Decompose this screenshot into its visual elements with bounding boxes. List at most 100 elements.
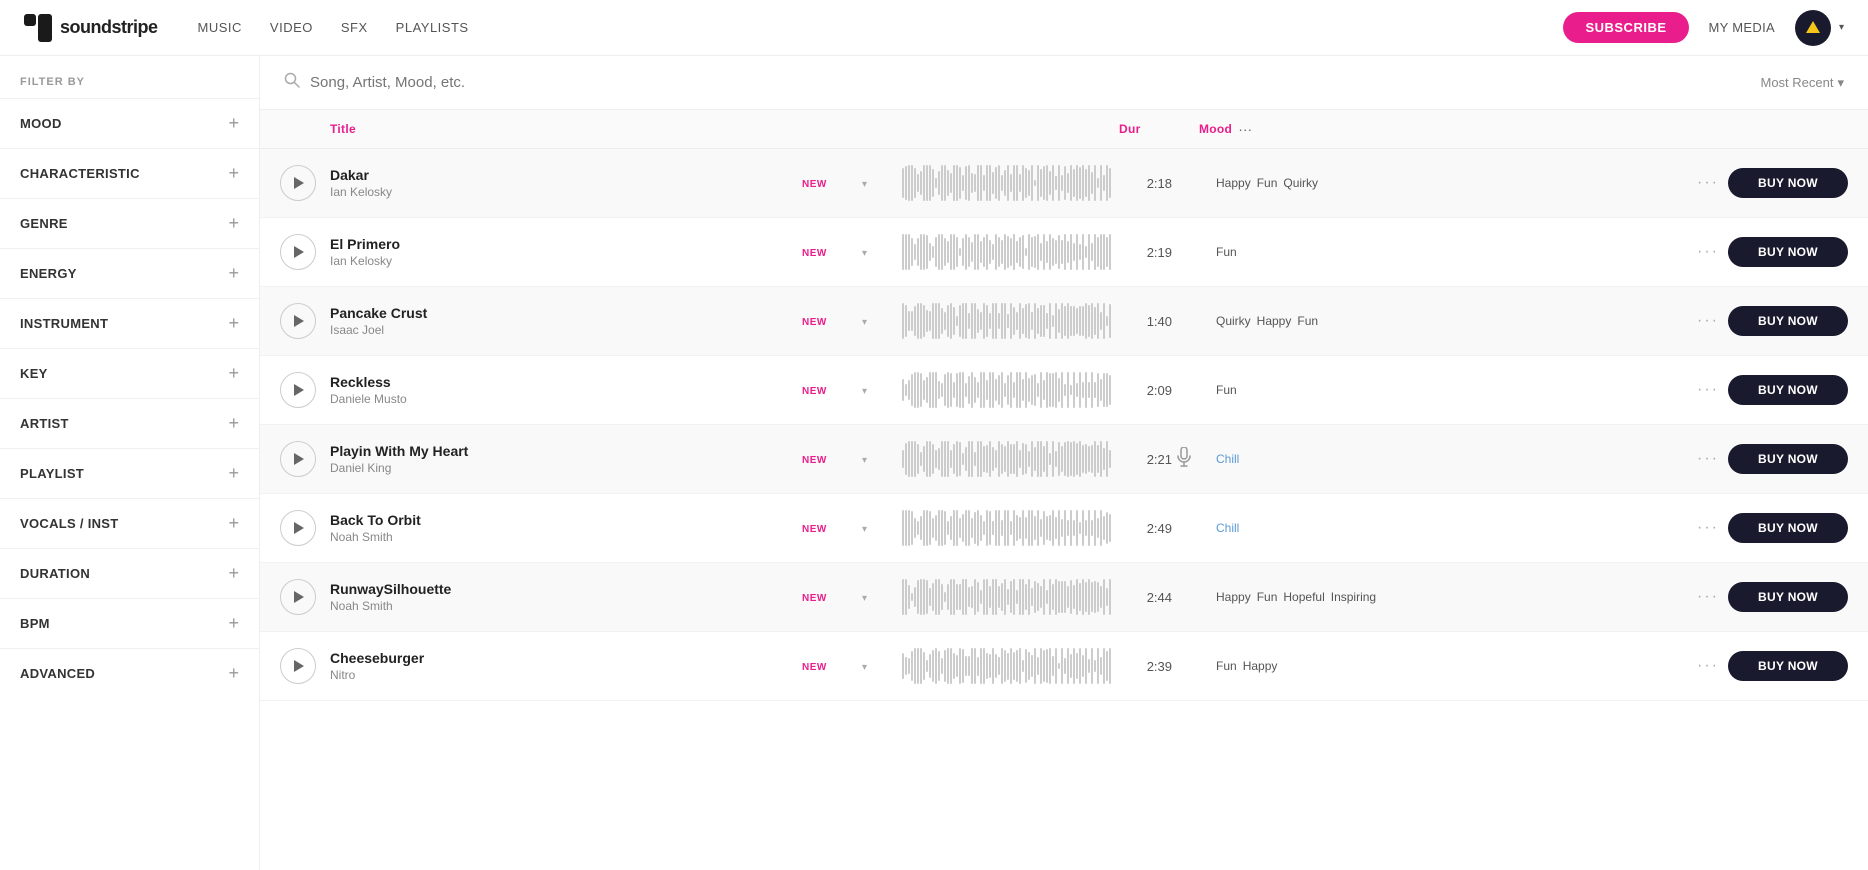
logo[interactable]: soundstripe: [24, 14, 158, 42]
mood-tag[interactable]: Fun: [1297, 314, 1318, 328]
waveform-bar: [965, 166, 967, 201]
play-button[interactable]: [280, 372, 316, 408]
play-button[interactable]: [280, 441, 316, 477]
buy-now-button[interactable]: BUY NOW: [1728, 306, 1848, 336]
waveform[interactable]: [902, 508, 1122, 548]
filter-advanced-label: ADVANCED: [20, 666, 95, 681]
expand-chevron-icon[interactable]: ▾: [862, 455, 867, 466]
mood-tag[interactable]: Happy: [1243, 659, 1278, 673]
waveform-bar: [992, 172, 994, 194]
expand-chevron-icon[interactable]: ▾: [862, 248, 867, 259]
waveform-bar: [962, 238, 964, 267]
track-options-button[interactable]: ···: [1688, 657, 1728, 675]
mood-options-icon[interactable]: ···: [1238, 121, 1252, 137]
avatar-chevron-icon[interactable]: ▾: [1839, 22, 1844, 33]
expand-chevron-icon[interactable]: ▾: [862, 386, 867, 397]
nav-item-music[interactable]: MUSIC: [198, 20, 242, 35]
track-options-button[interactable]: ···: [1688, 588, 1728, 606]
waveform-bar: [983, 303, 985, 338]
filter-energy[interactable]: ENERGY +: [0, 248, 259, 298]
play-button[interactable]: [280, 234, 316, 270]
filter-vocals[interactable]: VOCALS / INST +: [0, 498, 259, 548]
waveform-bar: [989, 441, 991, 477]
waveform[interactable]: [902, 163, 1122, 203]
sort-dropdown[interactable]: Most Recent ▾: [1760, 75, 1844, 91]
play-button[interactable]: [280, 303, 316, 339]
mood-tag[interactable]: Chill: [1216, 521, 1239, 535]
buy-now-button[interactable]: BUY NOW: [1728, 582, 1848, 612]
expand-chevron-icon[interactable]: ▾: [862, 524, 867, 535]
waveform[interactable]: [902, 370, 1122, 410]
expand-chevron-icon[interactable]: ▾: [862, 179, 867, 190]
track-artist[interactable]: Daniele Musto: [330, 392, 802, 406]
filter-genre[interactable]: GENRE +: [0, 198, 259, 248]
avatar-button[interactable]: [1795, 10, 1831, 46]
filter-advanced[interactable]: ADVANCED +: [0, 648, 259, 698]
expand-chevron-icon[interactable]: ▾: [862, 662, 867, 673]
track-artist[interactable]: Daniel King: [330, 461, 802, 475]
filter-characteristic[interactable]: CHARACTERISTIC +: [0, 148, 259, 198]
buy-now-button[interactable]: BUY NOW: [1728, 651, 1848, 681]
track-artist[interactable]: Noah Smith: [330, 599, 802, 613]
filter-artist[interactable]: ARTIST +: [0, 398, 259, 448]
mood-tag[interactable]: Fun: [1216, 245, 1237, 259]
filter-duration[interactable]: DURATION +: [0, 548, 259, 598]
waveform-bar: [926, 510, 928, 546]
waveform[interactable]: [902, 301, 1122, 341]
mood-tag[interactable]: Chill: [1216, 452, 1239, 466]
track-artist[interactable]: Ian Kelosky: [330, 185, 802, 199]
expand-chevron-icon[interactable]: ▾: [862, 317, 867, 328]
nav-item-sfx[interactable]: SFX: [341, 20, 368, 35]
filter-bpm[interactable]: BPM +: [0, 598, 259, 648]
play-button[interactable]: [280, 648, 316, 684]
waveform-bar: [1049, 171, 1051, 196]
play-button[interactable]: [280, 579, 316, 615]
track-artist[interactable]: Nitro: [330, 668, 802, 682]
mood-tag[interactable]: Quirky: [1283, 176, 1318, 190]
filter-key[interactable]: KEY +: [0, 348, 259, 398]
buy-now-button[interactable]: BUY NOW: [1728, 375, 1848, 405]
mood-tag[interactable]: Fun: [1257, 590, 1278, 604]
track-options-button[interactable]: ···: [1688, 519, 1728, 537]
mood-tag[interactable]: Happy: [1216, 176, 1251, 190]
mood-tag[interactable]: Quirky: [1216, 314, 1251, 328]
mood-tag[interactable]: Fun: [1216, 383, 1237, 397]
mood-tag[interactable]: Fun: [1257, 176, 1278, 190]
mood-tag[interactable]: Hopeful: [1283, 590, 1324, 604]
nav-item-playlists[interactable]: PLAYLISTS: [396, 20, 469, 35]
mood-tag[interactable]: Fun: [1216, 659, 1237, 673]
subscribe-button[interactable]: SUBSCRIBE: [1563, 12, 1688, 43]
buy-now-button[interactable]: BUY NOW: [1728, 444, 1848, 474]
nav-item-video[interactable]: VIDEO: [270, 20, 313, 35]
track-artist[interactable]: Noah Smith: [330, 530, 802, 544]
filter-playlist[interactable]: PLAYLIST +: [0, 448, 259, 498]
buy-now-button[interactable]: BUY NOW: [1728, 237, 1848, 267]
track-options-button[interactable]: ···: [1688, 381, 1728, 399]
expand-chevron-icon[interactable]: ▾: [862, 593, 867, 604]
mood-tag[interactable]: Happy: [1216, 590, 1251, 604]
waveform-bar: [1001, 240, 1003, 263]
my-media-link[interactable]: MY MEDIA: [1709, 20, 1775, 35]
play-button[interactable]: [280, 510, 316, 546]
track-artist[interactable]: Isaac Joel: [330, 323, 802, 337]
search-input[interactable]: [310, 74, 1760, 91]
buy-now-button[interactable]: BUY NOW: [1728, 513, 1848, 543]
filter-mood[interactable]: MOOD +: [0, 98, 259, 148]
waveform[interactable]: [902, 439, 1122, 479]
track-artist[interactable]: Ian Kelosky: [330, 254, 802, 268]
track-options-button[interactable]: ···: [1688, 450, 1728, 468]
waveform[interactable]: [902, 232, 1122, 272]
waveform[interactable]: [902, 577, 1122, 617]
track-options-button[interactable]: ···: [1688, 174, 1728, 192]
buy-now-button[interactable]: BUY NOW: [1728, 168, 1848, 198]
mood-tag[interactable]: Inspiring: [1331, 590, 1376, 604]
mood-tag[interactable]: Happy: [1257, 314, 1292, 328]
play-button[interactable]: [280, 165, 316, 201]
filter-instrument[interactable]: INSTRUMENT +: [0, 298, 259, 348]
track-options-button[interactable]: ···: [1688, 243, 1728, 261]
track-options-button[interactable]: ···: [1688, 312, 1728, 330]
waveform[interactable]: [902, 646, 1122, 686]
track-duration: 2:39: [1122, 659, 1172, 674]
track-title: Playin With My Heart: [330, 443, 802, 459]
waveform-bar: [1055, 240, 1057, 264]
